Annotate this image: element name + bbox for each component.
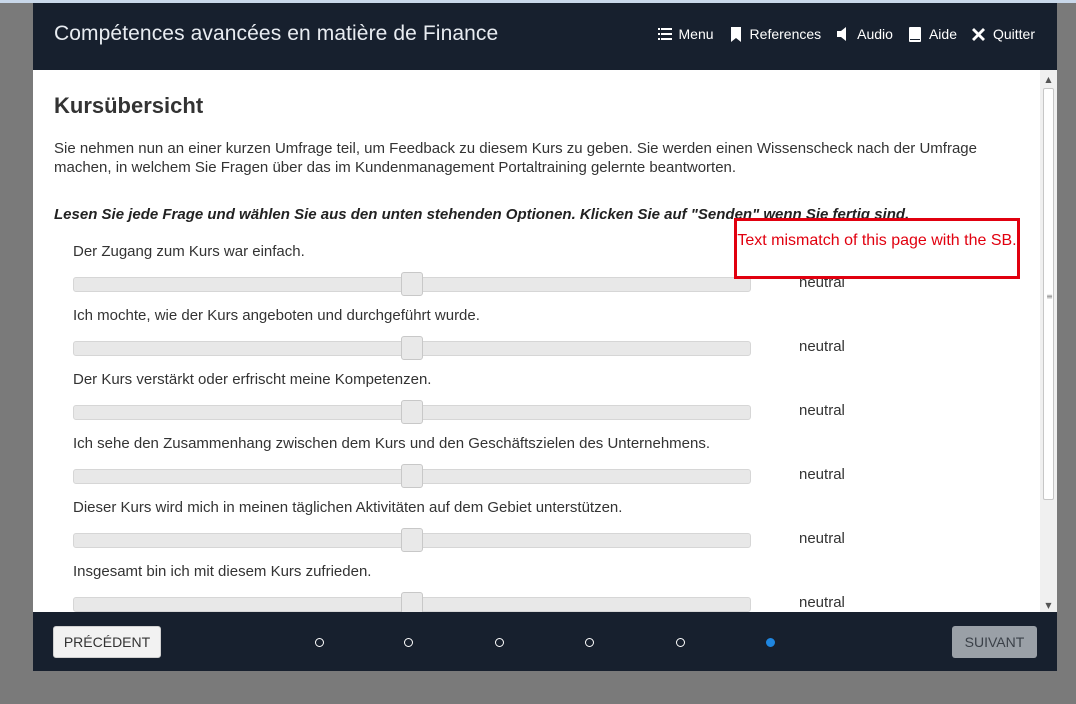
references-label: References bbox=[749, 26, 822, 42]
rating-value: neutral bbox=[799, 530, 845, 547]
help-label: Aide bbox=[928, 26, 957, 42]
rating-value: neutral bbox=[799, 466, 845, 483]
rating-slider-handle[interactable] bbox=[401, 336, 423, 360]
rating-slider-handle[interactable] bbox=[401, 592, 423, 612]
progress-dot bbox=[315, 638, 324, 647]
question-label: Insgesamt bin ich mit diesem Kurs zufrie… bbox=[73, 563, 372, 580]
progress-dot-active bbox=[766, 638, 775, 647]
top-nav: Menu References Audio Aide Quitter bbox=[643, 26, 1035, 42]
course-player: Compétences avancées en matière de Finan… bbox=[33, 3, 1057, 671]
previous-button[interactable]: PRÉCÉDENT bbox=[53, 626, 161, 658]
content-area: Kursübersicht Sie nehmen nun an einer ku… bbox=[33, 70, 1040, 612]
intro-text: Sie nehmen nun an einer kurzen Umfrage t… bbox=[54, 140, 977, 176]
close-icon bbox=[971, 26, 987, 42]
page-title: Kursübersicht bbox=[54, 93, 204, 118]
book-icon bbox=[907, 26, 923, 42]
course-title: Compétences avancées en matière de Finan… bbox=[54, 22, 499, 45]
scroll-down-arrow-icon[interactable]: ▼ bbox=[1040, 598, 1057, 612]
list-icon bbox=[657, 26, 673, 42]
scroll-up-arrow-icon[interactable]: ▲ bbox=[1040, 72, 1057, 86]
question-label: Dieser Kurs wird mich in meinen tägliche… bbox=[73, 499, 623, 516]
menu-button[interactable]: Menu bbox=[657, 26, 714, 42]
survey-question: Ich sehe den Zusammenhang zwischen dem K… bbox=[73, 435, 993, 499]
rating-slider-handle[interactable] bbox=[401, 464, 423, 488]
audio-label: Audio bbox=[857, 26, 893, 42]
review-annotation-callout: Text mismatch of this page with the SB. bbox=[734, 218, 1020, 279]
speaker-icon bbox=[835, 26, 851, 42]
progress-dot bbox=[676, 638, 685, 647]
survey-question: Ich mochte, wie der Kurs angeboten und d… bbox=[73, 307, 993, 371]
question-label: Der Kurs verstärkt oder erfrischt meine … bbox=[73, 371, 432, 388]
next-button[interactable]: SUIVANT bbox=[952, 626, 1037, 658]
rating-slider-handle[interactable] bbox=[401, 528, 423, 552]
vertical-scrollbar[interactable]: ▲ ≡ ▼ bbox=[1040, 70, 1057, 612]
header-bar: Compétences avancées en matière de Finan… bbox=[33, 3, 1057, 70]
help-button[interactable]: Aide bbox=[907, 26, 957, 42]
progress-dot bbox=[404, 638, 413, 647]
survey-question: Dieser Kurs wird mich in meinen tägliche… bbox=[73, 499, 993, 563]
rating-value: neutral bbox=[799, 338, 845, 355]
grip-icon: ≡ bbox=[1046, 292, 1053, 301]
quit-label: Quitter bbox=[992, 26, 1035, 42]
menu-label: Menu bbox=[678, 26, 714, 42]
rating-slider-handle[interactable] bbox=[401, 272, 423, 296]
audio-button[interactable]: Audio bbox=[835, 26, 893, 42]
scrollbar-thumb[interactable]: ≡ bbox=[1043, 88, 1054, 500]
progress-dot bbox=[495, 638, 504, 647]
bookmark-icon bbox=[728, 26, 744, 42]
rating-slider-handle[interactable] bbox=[401, 400, 423, 424]
rating-value: neutral bbox=[799, 594, 845, 611]
survey-question: Der Kurs verstärkt oder erfrischt meine … bbox=[73, 371, 993, 435]
question-label: Ich mochte, wie der Kurs angeboten und d… bbox=[73, 307, 480, 324]
question-label: Der Zugang zum Kurs war einfach. bbox=[73, 243, 305, 260]
footer-bar: PRÉCÉDENT SUIVANT bbox=[33, 612, 1057, 671]
survey-question: Insgesamt bin ich mit diesem Kurs zufrie… bbox=[73, 563, 993, 612]
rating-value: neutral bbox=[799, 402, 845, 419]
progress-dot bbox=[585, 638, 594, 647]
question-label: Ich sehe den Zusammenhang zwischen dem K… bbox=[73, 435, 711, 452]
references-button[interactable]: References bbox=[728, 26, 822, 42]
quit-button[interactable]: Quitter bbox=[971, 26, 1035, 42]
